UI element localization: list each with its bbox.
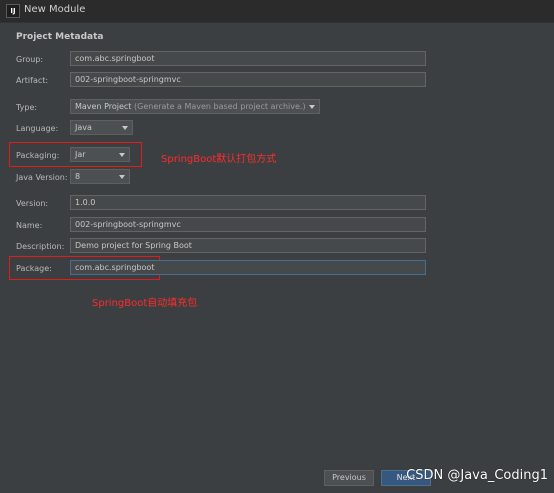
type-select[interactable]: Maven Project (Generate a Maven based pr… — [70, 99, 320, 114]
name-label: Name: — [16, 221, 43, 230]
name-input[interactable]: 002-springboot-springmvc — [70, 217, 426, 232]
package-annotation: SpringBoot自动填充包 — [92, 298, 198, 309]
type-value: Maven Project — [75, 102, 134, 111]
java-version-select[interactable]: 8 — [70, 169, 130, 184]
language-label: Language: — [16, 124, 59, 133]
packaging-annotation: SpringBoot默认打包方式 — [161, 154, 277, 165]
package-label: Package: — [16, 264, 52, 273]
artifact-input[interactable]: 002-springboot-springmvc — [70, 72, 426, 87]
chevron-down-icon — [119, 153, 125, 157]
version-label: Version: — [16, 199, 49, 208]
group-input[interactable]: com.abc.springboot — [70, 51, 426, 66]
previous-button[interactable]: Previous — [324, 470, 374, 486]
chevron-down-icon — [119, 175, 125, 179]
artifact-label: Artifact: — [16, 76, 49, 85]
title-bar: IJ New Module — [0, 0, 554, 23]
type-hint: (Generate a Maven based project archive.… — [134, 102, 306, 111]
group-label: Group: — [16, 55, 44, 64]
java-version-value: 8 — [75, 172, 81, 181]
packaging-select[interactable]: Jar — [70, 147, 130, 162]
description-input[interactable]: Demo project for Spring Boot — [70, 238, 426, 253]
packaging-value: Jar — [75, 150, 86, 159]
window-title: New Module — [24, 4, 86, 15]
java-version-label: Java Version: — [16, 173, 68, 182]
language-select[interactable]: Java — [70, 120, 133, 135]
type-label: Type: — [16, 103, 38, 112]
version-input[interactable]: 1.0.0 — [70, 195, 426, 210]
package-input[interactable]: com.abc.springboot — [70, 260, 426, 275]
description-label: Description: — [16, 242, 65, 251]
language-value: Java — [75, 123, 92, 132]
chevron-down-icon — [309, 105, 315, 109]
csdn-watermark: CSDN @Java_Coding1 — [406, 468, 548, 483]
chevron-down-icon — [122, 126, 128, 130]
packaging-label: Packaging: — [16, 151, 60, 160]
intellij-icon: IJ — [6, 4, 20, 18]
section-title: Project Metadata — [16, 32, 104, 42]
